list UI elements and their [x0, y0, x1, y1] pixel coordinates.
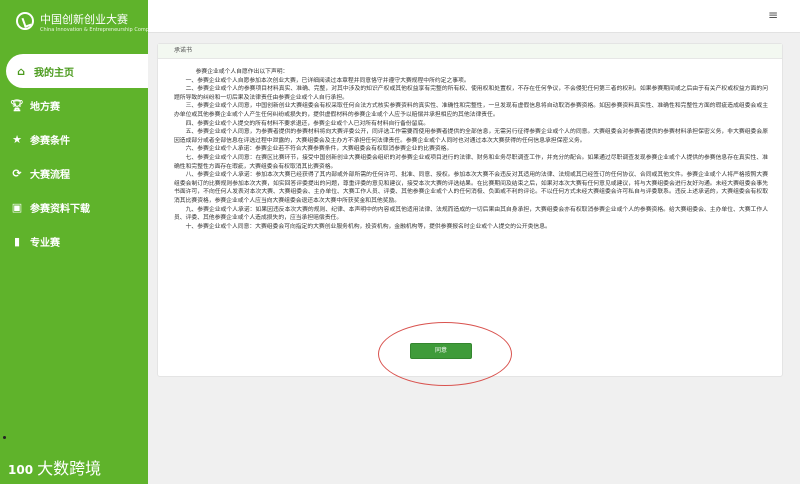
star-icon: ★	[12, 132, 22, 146]
trophy-icon: 🏆︎	[10, 98, 24, 112]
sync-icon: ⟳	[12, 166, 22, 180]
sidebar-item-professional[interactable]: ▮ 专业赛	[0, 224, 148, 258]
hamburger-menu-icon[interactable]: ≡	[768, 9, 780, 21]
pledge-paragraph: 二、参赛企业或个人的参赛项目材料真实、准确、完整，对其中涉及的知识产权或其他权益…	[174, 86, 768, 101]
pledge-paragraph: 九、参赛企业或个人承诺：如果因违反本次大赛的规则、纪律、本声明中的内容或其他适用…	[174, 206, 768, 222]
sidebar-item-label: 地方赛	[30, 101, 60, 113]
sidebar-item-label: 大赛流程	[30, 169, 70, 181]
pledge-paragraph: 五、参赛企业或个人同意，为参赛者提供的参赛材料将向大赛评委公开，同评选工作需要而…	[174, 129, 768, 144]
sidebar: 中国创新创业大赛 China Innovation & Entrepreneur…	[0, 0, 165, 484]
sidebar-item-label: 参赛资料下载	[30, 203, 90, 215]
sidebar-item-label: 专业赛	[30, 237, 60, 249]
pledge-paragraph: 十、参赛企业或个人同意：大赛组委会可向指定的大赛创业服务机构，投资机构，金融机构…	[185, 223, 551, 230]
pledge-paragraph: 一、参赛企业或个人自愿参加本次创业大赛，已详细阅读过本章程并同意恪守并遵守大赛规…	[185, 77, 470, 84]
logo-mark-icon	[16, 12, 34, 30]
panel-title: 承诺书	[158, 44, 782, 59]
footer-brand-prefix: 100	[8, 463, 34, 477]
logo-title: 中国创新创业大赛	[40, 13, 128, 26]
agree-button[interactable]: 同意	[410, 343, 472, 359]
pledge-paragraph: 三、参赛企业或个人同意，中国创新创业大赛组委会有权采取任何合法方式核实参赛资料的…	[174, 103, 768, 118]
pledge-paragraph: 六、参赛企业或个人承诺：参赛企业若不符合大赛参赛条件，大赛组委会有权取消参赛企业…	[185, 146, 453, 153]
home-icon: ⌂	[17, 64, 25, 78]
pledge-paragraph: 四、参赛企业或个人提交的所有材料不要求退还，参赛企业或个人已对所有材料自行备份留…	[185, 120, 430, 127]
logo-subtitle: China Innovation & Entrepreneurship Comp…	[40, 27, 165, 33]
footer-brand-text: 大数跨境	[37, 459, 102, 478]
sidebar-nav: ⌂ 我的主页 🏆︎ 地方赛 ★ 参赛条件 ⟳ 大赛流程 ▣ 参赛资料下载 ▮ 专…	[0, 54, 148, 258]
download-icon: ▣	[11, 200, 23, 214]
bullet-dot	[3, 436, 6, 439]
sidebar-item-label: 我的主页	[34, 67, 74, 79]
pledge-paragraph: 七、参赛企业或个人同意：在赛区比赛环节，接受中国创新创业大赛组委会组织的对参赛企…	[174, 154, 768, 170]
top-bar: ≡	[148, 0, 800, 33]
app-logo[interactable]: 中国创新创业大赛 China Innovation & Entrepreneur…	[16, 10, 165, 40]
book-icon: ▮	[13, 234, 21, 248]
pledge-content: 参赛企业或个人自愿作出以下声明： 一、参赛企业或个人自愿参加本次创业大赛，已详细…	[174, 68, 768, 231]
sidebar-item-conditions[interactable]: ★ 参赛条件	[0, 122, 148, 156]
pledge-intro: 参赛企业或个人自愿作出以下声明：	[195, 69, 289, 75]
sidebar-item-home[interactable]: ⌂ 我的主页	[6, 54, 148, 88]
sidebar-item-process[interactable]: ⟳ 大赛流程	[0, 156, 148, 190]
sidebar-item-label: 参赛条件	[30, 135, 70, 147]
sidebar-item-downloads[interactable]: ▣ 参赛资料下载	[0, 190, 148, 224]
pledge-paragraph: 八、参赛企业或个人承诺：参加本次大赛已经获得了其内部或外部所需的任何许可、批准、…	[174, 172, 768, 204]
footer-brand: 100 大数跨境	[8, 455, 101, 479]
sidebar-item-regional[interactable]: 🏆︎ 地方赛	[0, 88, 148, 122]
